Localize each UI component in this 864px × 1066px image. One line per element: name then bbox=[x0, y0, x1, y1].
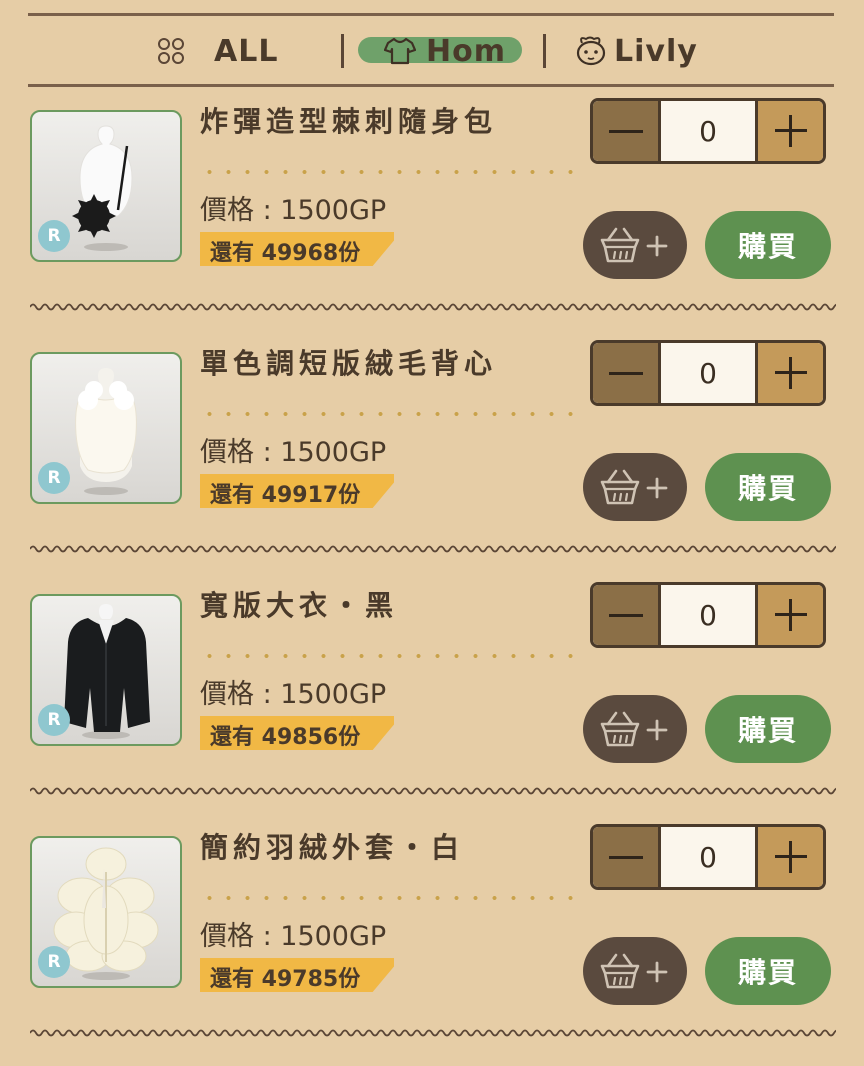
product-item: R 簡約羽絨外套・白 價格 : 1500GP 還有 49785份 0 購買 bbox=[0, 824, 864, 1066]
plus-icon bbox=[774, 357, 807, 389]
basket-add-icon bbox=[600, 711, 668, 747]
dotted-divider bbox=[200, 896, 576, 900]
quantity-stepper: 0 bbox=[590, 340, 826, 406]
rarity-badge: R bbox=[38, 946, 70, 978]
product-thumbnail[interactable]: R bbox=[30, 594, 182, 746]
decrease-button[interactable] bbox=[593, 827, 661, 887]
increase-button[interactable] bbox=[755, 827, 823, 887]
stock-remaining-badge: 還有 49785份 bbox=[200, 958, 394, 992]
stock-remaining-text: 還有 49856份 bbox=[210, 725, 361, 750]
dotted-divider bbox=[200, 412, 576, 416]
product-price: 價格 : 1500GP bbox=[200, 437, 387, 468]
shirt-icon bbox=[384, 37, 416, 65]
tab-all-label: ALL bbox=[214, 33, 279, 69]
dotted-divider bbox=[200, 654, 576, 658]
tab-separator bbox=[543, 34, 546, 68]
rarity-badge: R bbox=[38, 704, 70, 736]
increase-button[interactable] bbox=[755, 585, 823, 645]
decrease-button[interactable] bbox=[593, 101, 661, 161]
buy-button[interactable]: 購買 bbox=[705, 937, 831, 1005]
tabs-bottom-divider bbox=[28, 84, 834, 87]
wavy-divider bbox=[30, 787, 836, 795]
minus-icon bbox=[608, 129, 643, 133]
stock-remaining-text: 還有 49917份 bbox=[210, 483, 361, 508]
dotted-divider bbox=[200, 170, 576, 174]
minus-icon bbox=[608, 371, 643, 375]
stock-remaining-text: 還有 49785份 bbox=[210, 967, 361, 992]
livly-face-icon bbox=[576, 36, 606, 66]
rarity-badge: R bbox=[38, 220, 70, 252]
stock-remaining-badge: 還有 49856份 bbox=[200, 716, 394, 750]
product-thumbnail[interactable]: R bbox=[30, 352, 182, 504]
category-tabs: ALL Hom Livly bbox=[28, 17, 834, 85]
decrease-button[interactable] bbox=[593, 585, 661, 645]
quantity-input[interactable]: 0 bbox=[661, 827, 755, 887]
add-to-cart-button[interactable] bbox=[583, 453, 687, 521]
add-to-cart-button[interactable] bbox=[583, 211, 687, 279]
tab-hom[interactable]: Hom bbox=[384, 17, 506, 85]
product-price: 價格 : 1500GP bbox=[200, 195, 387, 226]
plus-icon bbox=[774, 599, 807, 631]
basket-add-icon bbox=[600, 953, 668, 989]
product-item: R 炸彈造型棘刺隨身包 價格 : 1500GP 還有 49968份 0 購買 bbox=[0, 98, 864, 340]
wavy-divider bbox=[30, 1029, 836, 1037]
quantity-input[interactable]: 0 bbox=[661, 585, 755, 645]
wavy-divider bbox=[30, 303, 836, 311]
tab-separator bbox=[341, 34, 344, 68]
plus-icon bbox=[774, 841, 807, 873]
stock-remaining-badge: 還有 49917份 bbox=[200, 474, 394, 508]
wavy-divider bbox=[30, 545, 836, 553]
minus-icon bbox=[608, 855, 643, 859]
stock-remaining-badge: 還有 49968份 bbox=[200, 232, 394, 266]
product-price: 價格 : 1500GP bbox=[200, 679, 387, 710]
product-thumbnail[interactable]: R bbox=[30, 836, 182, 988]
basket-add-icon bbox=[600, 469, 668, 505]
buy-button[interactable]: 購買 bbox=[705, 453, 831, 521]
increase-button[interactable] bbox=[755, 343, 823, 403]
tab-livly-label: Livly bbox=[614, 33, 698, 69]
product-thumbnail[interactable]: R bbox=[30, 110, 182, 262]
stock-remaining-text: 還有 49968份 bbox=[210, 241, 361, 266]
product-title: 寬版大衣・黑 bbox=[200, 589, 399, 622]
top-divider bbox=[28, 13, 834, 16]
grid-dots-icon bbox=[158, 38, 184, 64]
quantity-stepper: 0 bbox=[590, 582, 826, 648]
tab-hom-label: Hom bbox=[426, 33, 506, 69]
buy-button[interactable]: 購買 bbox=[705, 695, 831, 763]
plus-icon bbox=[774, 115, 807, 147]
basket-add-icon bbox=[600, 227, 668, 263]
minus-icon bbox=[608, 613, 643, 617]
product-title: 單色調短版絨毛背心 bbox=[200, 347, 498, 380]
quantity-stepper: 0 bbox=[590, 824, 826, 890]
product-item: R 寬版大衣・黑 價格 : 1500GP 還有 49856份 0 購買 bbox=[0, 582, 864, 824]
increase-button[interactable] bbox=[755, 101, 823, 161]
product-title: 炸彈造型棘刺隨身包 bbox=[200, 105, 498, 138]
tab-all[interactable]: ALL bbox=[158, 17, 278, 85]
decrease-button[interactable] bbox=[593, 343, 661, 403]
product-item: R 單色調短版絨毛背心 價格 : 1500GP 還有 49917份 0 購買 bbox=[0, 340, 864, 582]
product-title: 簡約羽絨外套・白 bbox=[200, 831, 465, 864]
add-to-cart-button[interactable] bbox=[583, 937, 687, 1005]
quantity-input[interactable]: 0 bbox=[661, 101, 755, 161]
add-to-cart-button[interactable] bbox=[583, 695, 687, 763]
rarity-badge: R bbox=[38, 462, 70, 494]
quantity-stepper: 0 bbox=[590, 98, 826, 164]
quantity-input[interactable]: 0 bbox=[661, 343, 755, 403]
buy-button[interactable]: 購買 bbox=[705, 211, 831, 279]
product-price: 價格 : 1500GP bbox=[200, 921, 387, 952]
tab-livly[interactable]: Livly bbox=[574, 17, 698, 85]
